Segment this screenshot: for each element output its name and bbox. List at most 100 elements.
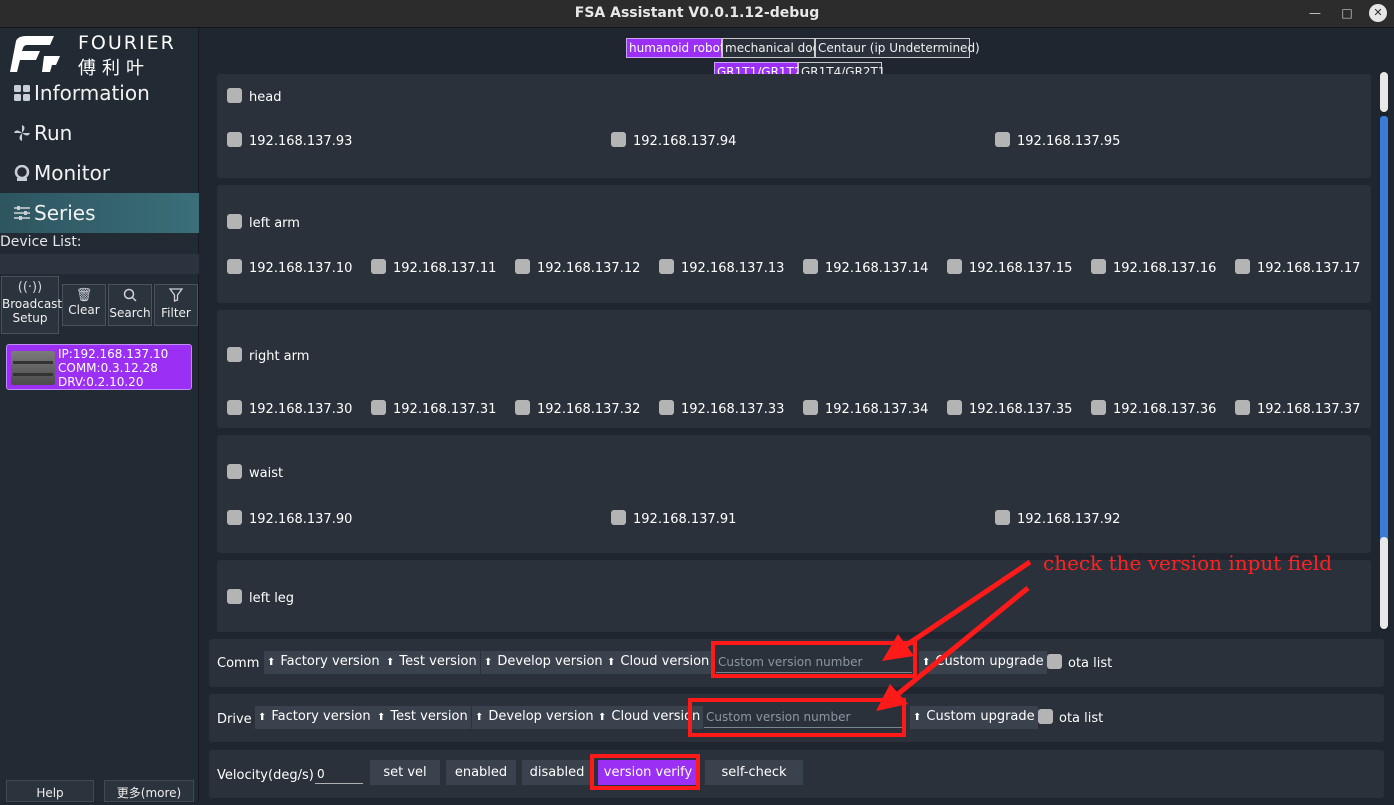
ip-label: 192.168.137.37 xyxy=(1257,402,1361,417)
drive-ota-list-checkbox[interactable] xyxy=(1038,709,1053,724)
joint-group-list: head 192.168.137.93 192.168.137.94 192.1… xyxy=(217,74,1372,632)
ip-checkbox[interactable] xyxy=(371,400,386,415)
nav-series[interactable]: Series xyxy=(0,193,199,233)
help-button[interactable]: Help xyxy=(6,780,94,802)
search-icon xyxy=(109,288,151,306)
broadcast-icon: ((·)) xyxy=(17,280,43,295)
self-check-button[interactable]: self-check xyxy=(705,760,803,785)
sliders-icon xyxy=(13,193,31,233)
ip-checkbox[interactable] xyxy=(803,259,818,274)
ip-checkbox[interactable] xyxy=(611,132,626,147)
monitor-icon xyxy=(13,153,31,193)
ip-checkbox[interactable] xyxy=(995,132,1010,147)
more-button[interactable]: 更多(more) xyxy=(104,780,194,802)
upload-icon: ⬆ xyxy=(598,712,607,723)
ip-checkbox[interactable] xyxy=(1091,400,1106,415)
tab-mechanical-dog[interactable]: mechanical dog xyxy=(722,38,820,58)
ip-label: 192.168.137.30 xyxy=(249,402,353,417)
ip-checkbox[interactable] xyxy=(515,400,530,415)
group-left-leg-checkbox[interactable] xyxy=(227,589,242,604)
ip-checkbox[interactable] xyxy=(371,259,386,274)
ip-label: 192.168.137.10 xyxy=(249,261,353,276)
comm-develop-version-label: Develop version xyxy=(497,654,603,669)
filter-button[interactable]: Filter xyxy=(154,284,198,326)
ip-label: 192.168.137.35 xyxy=(969,402,1073,417)
maximize-icon[interactable]: □ xyxy=(1338,4,1356,22)
fourier-logo: FOURIER 傅利叶 xyxy=(10,32,195,79)
ip-checkbox[interactable] xyxy=(659,259,674,274)
group-head-label: head xyxy=(249,90,282,105)
ip-checkbox[interactable] xyxy=(1235,400,1250,415)
drive-custom-upgrade-button[interactable]: ⬆ Custom upgrade xyxy=(910,706,1038,729)
ip-checkbox[interactable] xyxy=(227,132,242,147)
trash-icon: 🗑 xyxy=(75,288,93,303)
group-right-arm-label: right arm xyxy=(249,349,310,364)
disabled-button[interactable]: disabled xyxy=(522,760,592,785)
group-head-checkbox[interactable] xyxy=(227,88,242,103)
ip-checkbox[interactable] xyxy=(227,510,242,525)
velocity-panel: Velocity(deg/s) 0 set vel enabled disabl… xyxy=(209,750,1384,798)
group-left-arm-checkbox[interactable] xyxy=(227,214,242,229)
drive-ota-list-label: ota list xyxy=(1059,711,1104,726)
device-card[interactable]: IP:192.168.137.10 COMM:0.3.12.28 DRV:0.2… xyxy=(6,344,192,390)
fan-icon xyxy=(13,113,31,153)
upload-icon: ⬆ xyxy=(607,657,616,668)
drive-custom-upgrade-label: Custom upgrade xyxy=(926,709,1035,724)
ip-checkbox[interactable] xyxy=(995,510,1010,525)
comm-label: Comm xyxy=(217,656,260,671)
group-left-arm-label: left arm xyxy=(249,216,300,231)
close-icon[interactable]: ✕ xyxy=(1369,4,1387,22)
broadcast-label-2: Setup xyxy=(12,311,48,325)
broadcast-label-1: Broadcast xyxy=(2,297,63,311)
velocity-input[interactable]: 0 xyxy=(315,764,363,784)
drive-test-version-button[interactable]: ⬆ Test version xyxy=(374,706,471,729)
brand-name-en: FOURIER xyxy=(78,32,176,54)
set-vel-button[interactable]: set vel xyxy=(370,760,440,785)
comm-custom-upgrade-button[interactable]: ⬆ Custom upgrade xyxy=(919,651,1047,674)
ip-label: 192.168.137.36 xyxy=(1113,402,1217,417)
drive-develop-version-label: Develop version xyxy=(488,709,594,724)
comm-develop-version-button[interactable]: ⬆ Develop version xyxy=(481,651,606,674)
ip-label: 192.168.137.12 xyxy=(537,261,641,276)
search-button[interactable]: Search xyxy=(108,284,152,326)
ip-checkbox[interactable] xyxy=(515,259,530,274)
velocity-label: Velocity(deg/s) xyxy=(217,768,314,783)
scrollbar-down[interactable] xyxy=(1380,537,1388,629)
vertical-scrollbar[interactable] xyxy=(1380,72,1388,630)
ip-checkbox[interactable] xyxy=(227,259,242,274)
upload-icon: ⬆ xyxy=(258,712,267,723)
device-list-header xyxy=(0,254,199,274)
comm-ota-list-checkbox[interactable] xyxy=(1047,654,1062,669)
tab-humanoid-robot[interactable]: humanoid robot xyxy=(626,38,725,58)
nav-run[interactable]: Run xyxy=(0,113,199,153)
ip-checkbox[interactable] xyxy=(1091,259,1106,274)
scrollbar-up[interactable] xyxy=(1380,72,1388,112)
ip-checkbox[interactable] xyxy=(659,400,674,415)
drive-develop-version-button[interactable]: ⬆ Develop version xyxy=(472,706,597,729)
comm-cloud-version-button[interactable]: ⬆ Cloud version xyxy=(604,651,713,674)
minimize-icon[interactable]: — xyxy=(1306,4,1324,22)
ip-checkbox[interactable] xyxy=(1235,259,1250,274)
ip-checkbox[interactable] xyxy=(227,400,242,415)
comm-test-version-button[interactable]: ⬆ Test version xyxy=(383,651,480,674)
device-list-label: Device List: xyxy=(0,234,82,250)
ip-checkbox[interactable] xyxy=(611,510,626,525)
enabled-button[interactable]: enabled xyxy=(446,760,516,785)
comm-factory-version-button[interactable]: ⬆ Factory version xyxy=(264,651,383,674)
search-label: Search xyxy=(109,306,151,320)
group-waist-checkbox[interactable] xyxy=(227,464,242,479)
broadcast-setup-button[interactable]: ((·)) Broadcast Setup xyxy=(1,276,63,334)
comm-custom-upgrade-label: Custom upgrade xyxy=(935,654,1044,669)
group-right-arm-checkbox[interactable] xyxy=(227,347,242,362)
ip-checkbox[interactable] xyxy=(803,400,818,415)
ip-label: 192.168.137.17 xyxy=(1257,261,1361,276)
scrollbar-thumb[interactable] xyxy=(1380,116,1388,561)
ip-checkbox[interactable] xyxy=(947,259,962,274)
ip-checkbox[interactable] xyxy=(947,400,962,415)
clear-button[interactable]: 🗑 Clear xyxy=(62,284,106,326)
nav-information[interactable]: Information xyxy=(0,73,199,113)
device-drv: DRV:0.2.10.20 xyxy=(58,375,144,389)
tab-centaur[interactable]: Centaur (ip Undetermined) xyxy=(815,38,980,58)
nav-monitor[interactable]: Monitor xyxy=(0,153,199,193)
drive-factory-version-button[interactable]: ⬆ Factory version xyxy=(255,706,374,729)
